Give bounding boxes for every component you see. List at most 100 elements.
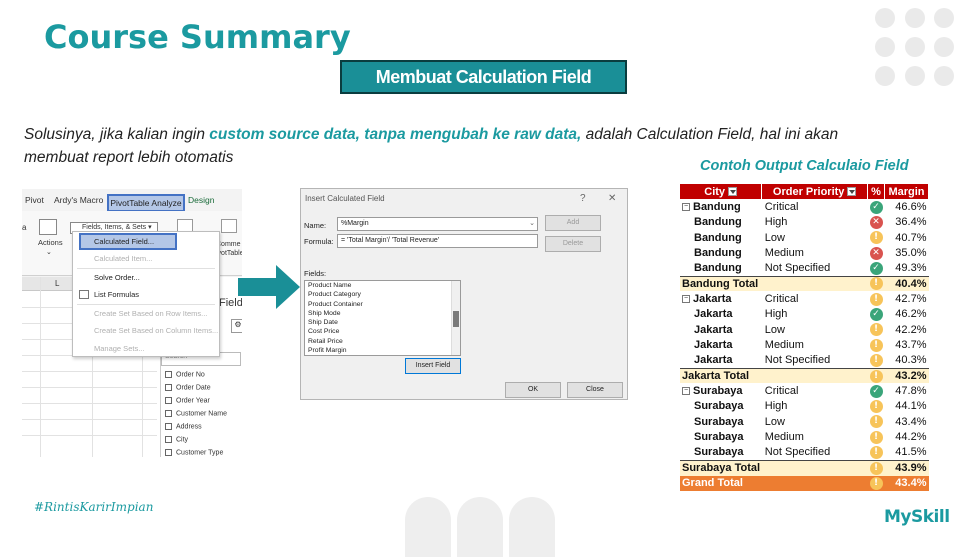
fields-items-sets-menu: Calculated Field... Calculated Item... S… [72,231,220,357]
status-warn-icon [869,369,883,383]
collapse-icon[interactable]: − [682,295,690,304]
settings-icon[interactable]: ⚙ [231,319,242,333]
fields-listbox[interactable]: Product Name Product Category Product Co… [304,280,461,356]
ok-button[interactable]: OK [505,382,561,398]
close-button[interactable]: Close [567,382,623,398]
header-percent: % [867,184,886,200]
margin-cell: 49.3% [895,262,927,275]
list-item[interactable]: Ship Date [305,318,460,327]
subtotal-row: Jakarta Total43.2% [680,367,929,384]
list-item[interactable]: Product Container [305,300,460,309]
hashtag: #RintisKarirImpian [34,500,154,514]
menu-calculated-item[interactable]: Calculated Item... [73,250,219,268]
priority-cell: Critical [764,385,799,398]
menu-list-formulas[interactable]: List Formulas [73,286,219,304]
field-checkbox[interactable]: City [165,436,188,443]
status-warn-icon [869,323,883,337]
status-bad-icon [869,215,883,229]
menu-create-set-row[interactable]: Create Set Based on Row Items... [73,305,219,323]
insert-calculated-field-dialog: Insert Calculated Field ? ✕ Name: %Margi… [300,188,628,400]
margin-cell: 40.7% [895,231,927,244]
status-warn-icon [869,415,883,429]
tab-pivot[interactable]: Pivot [25,195,44,205]
list-item[interactable]: Product Name [305,281,460,290]
priority-cell: High [764,400,788,413]
help-icon[interactable]: ? [580,193,586,204]
formula-field[interactable]: = 'Total Margin'/ 'Total Revenue' [337,234,538,248]
scrollbar-thumb[interactable] [453,311,459,327]
add-button[interactable]: Add [545,215,601,231]
margin-cell: 47.8% [895,385,927,398]
margin-cell: 43.4% [895,415,927,428]
formula-label: Formula: [304,237,334,246]
list-item[interactable]: Ship Mode [305,309,460,318]
list-item[interactable]: Cost Price [305,327,460,336]
priority-cell: Medium [764,431,804,444]
margin-cell: 44.2% [895,431,927,444]
decorative-dots [873,8,955,88]
comment-icon[interactable] [221,219,237,233]
table-row: BandungNot Specified49.3% [680,261,929,276]
margin-cell: 40.3% [895,354,927,367]
delete-button[interactable]: Delete [545,236,601,252]
table-header-row: City Order Priority% Margin [680,184,929,200]
table-row: SurabayaHigh44.1% [680,399,929,414]
priority-cell: Medium [764,339,804,352]
field-checkbox[interactable]: Order No [165,371,205,378]
field-checkbox[interactable]: Address [165,423,202,430]
margin-cell: 46.6% [895,201,927,214]
insert-field-button[interactable]: Insert Field [405,358,461,374]
status-good-icon [869,261,883,275]
actions-label: Actions [38,238,63,247]
priority-cell: Low [764,323,785,336]
priority-cell: Not Specified [764,446,831,459]
field-checkbox[interactable]: Customer Name [165,410,227,417]
status-warn-icon [869,292,883,306]
menu-manage-sets[interactable]: Manage Sets... [73,340,219,358]
menu-calculated-field[interactable]: Calculated Field... [79,233,177,250]
close-icon[interactable]: ✕ [608,193,616,204]
chevron-down-icon[interactable]: ⌄ [529,218,535,230]
tab-macro[interactable]: Ardy's Macro [54,195,103,205]
scrollbar[interactable] [451,281,460,355]
priority-cell: Critical [764,293,799,306]
table-row: −BandungCritical46.6% [680,199,929,214]
header-order-priority[interactable]: Order Priority [761,184,869,200]
list-item[interactable]: Profit Margin [305,346,460,355]
table-row: BandungMedium35.0% [680,245,929,260]
header-city[interactable]: City [680,184,763,200]
filter-dropdown-icon[interactable] [728,187,738,197]
status-bad-icon [869,246,883,260]
margin-cell: 43.7% [895,339,927,352]
table-row: JakartaHigh46.2% [680,307,929,322]
filter-dropdown-icon[interactable] [847,187,857,197]
subtotal-row: Surabaya Total43.9% [680,459,929,476]
description-pre: Solusinya, jika kalian ingin [24,126,210,143]
name-field[interactable]: %Margin ⌄ [337,217,538,231]
priority-cell: Low [764,231,785,244]
table-row: −JakartaCritical42.7% [680,291,929,306]
priority-cell: High [764,308,788,321]
field-checkbox[interactable]: Order Date [165,384,211,391]
field-checkbox[interactable]: Order Year [165,397,210,404]
field-checkbox[interactable]: Customer Type [165,449,223,456]
arrow-right-icon [238,265,300,309]
status-warn-icon [869,476,883,490]
table-row: SurabayaMedium44.2% [680,430,929,445]
collapse-icon[interactable]: − [682,387,690,396]
list-item[interactable]: Product Category [305,290,460,299]
collapse-icon[interactable]: − [682,203,690,212]
tab-design[interactable]: Design [188,195,214,205]
status-good-icon [869,307,883,321]
ribbon-tabs: Pivot Ardy's Macro PivotTable Analyze De… [22,189,242,212]
menu-solve-order[interactable]: Solve Order... [73,269,219,287]
actions-icon[interactable] [39,219,57,235]
status-good-icon [869,384,883,398]
status-warn-icon [869,338,883,352]
status-warn-icon [869,445,883,459]
list-item[interactable]: Retail Price [305,337,460,346]
priority-cell: Critical [764,201,799,214]
status-warn-icon [869,277,883,291]
menu-create-set-column[interactable]: Create Set Based on Column Items... [73,322,219,340]
tab-pivottable-analyze[interactable]: PivotTable Analyze [107,194,185,212]
